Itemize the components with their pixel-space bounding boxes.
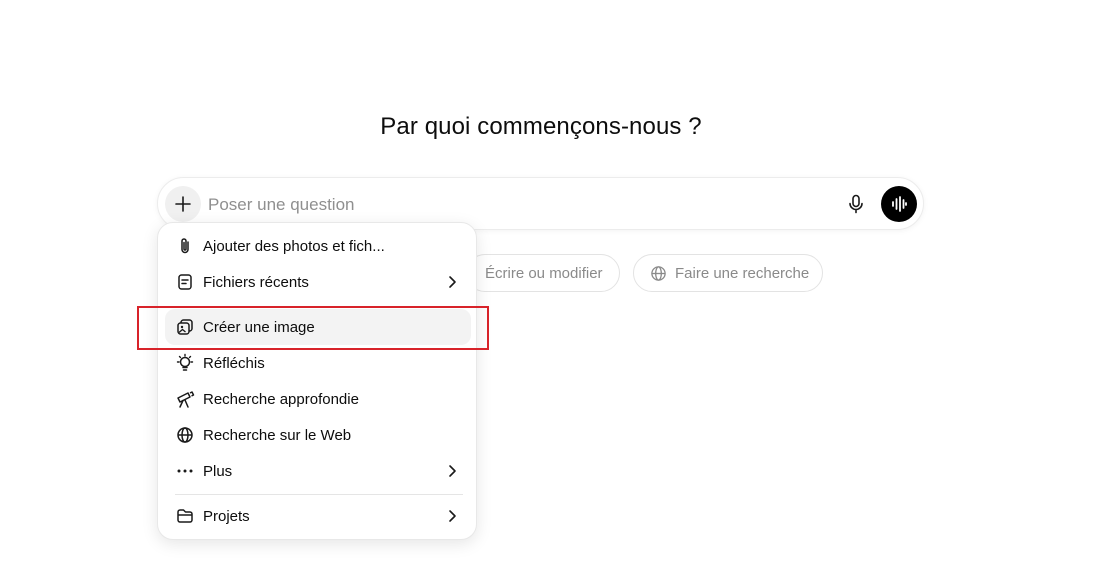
menu-item-label: Recherche sur le Web [203, 426, 352, 444]
paperclip-icon [175, 236, 195, 256]
menu-item-projects[interactable]: Projets [165, 498, 471, 534]
telescope-icon [175, 389, 195, 409]
menu-item-label: Réfléchis [203, 354, 265, 372]
page-heading: Par quoi commençons-nous ? [380, 113, 702, 140]
annotation-highlight-box [137, 306, 489, 350]
menu-item-deep-research[interactable]: Recherche approfondie [165, 381, 471, 417]
menu-item-recent-files[interactable]: Fichiers récents [165, 264, 471, 300]
menu-item-label: Projets [203, 507, 250, 525]
menu-item-label: Plus [203, 462, 233, 480]
menu-item-label: Recherche approfondie [203, 390, 359, 408]
chevron-right-icon [443, 273, 461, 291]
menu-item-more[interactable]: Plus [165, 453, 471, 489]
menu-item-label: Fichiers récents [203, 273, 309, 291]
dictate-button[interactable] [844, 192, 868, 216]
chip-label: Écrire ou modifier [485, 264, 603, 282]
plus-icon [174, 195, 192, 213]
menu-item-label: Ajouter des photos et fich... [203, 237, 385, 255]
menu-divider [175, 494, 463, 495]
folder-icon [175, 506, 195, 526]
chip-write-edit[interactable]: Écrire ou modifier [466, 254, 620, 292]
more-dots-icon [175, 461, 195, 481]
chip-search[interactable]: Faire une recherche [633, 254, 823, 292]
attachment-menu: Ajouter des photos et fich... Fichiers r… [157, 222, 477, 540]
microphone-icon [847, 194, 865, 214]
voice-waveform-icon [890, 195, 908, 213]
globe-icon [175, 425, 195, 445]
menu-item-add-photos-files[interactable]: Ajouter des photos et fich... [165, 228, 471, 264]
lightbulb-icon [175, 353, 195, 373]
globe-icon [650, 265, 667, 282]
menu-item-think[interactable]: Réfléchis [165, 345, 471, 381]
chevron-right-icon [443, 507, 461, 525]
chip-label: Faire une recherche [675, 264, 810, 282]
prompt-input[interactable]: Poser une question [208, 194, 768, 216]
menu-item-web-search[interactable]: Recherche sur le Web [165, 417, 471, 453]
chevron-right-icon [443, 462, 461, 480]
add-attachment-button[interactable] [165, 186, 201, 222]
voice-mode-button[interactable] [881, 186, 917, 222]
file-icon [175, 272, 195, 292]
